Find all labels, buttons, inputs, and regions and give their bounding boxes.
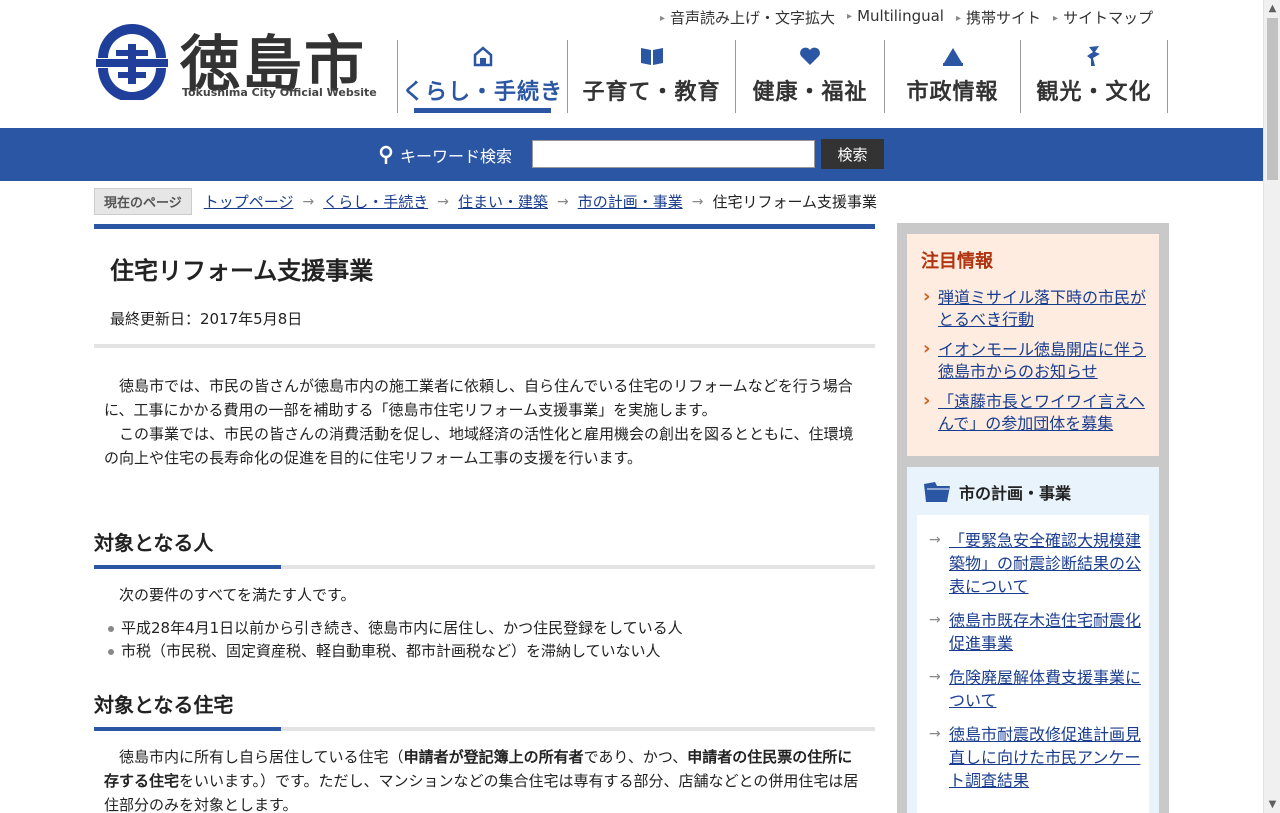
breadcrumb-link-living[interactable]: くらし・手続き [323,191,428,212]
notice-link-mayor[interactable]: 「遠藤市長とワイワイ言えへんで」の参加団体を募集 [938,392,1145,433]
notice-box: 注目情報 弾道ミサイル落下時の市民がとるべき行動 イオンモール徳島開店に伴う徳島… [907,234,1159,456]
global-nav: くらし・手続き 子育て・教育 健康・福祉 市政情報 観光・文化 [397,40,1168,113]
arrow-right-icon: → [556,193,569,210]
nav-item-health[interactable]: 健康・福祉 [736,40,885,113]
breadcrumb-current: 住宅リフォーム支援事業 [712,193,877,211]
related-box: 市の計画・事業 「要緊急安全確認大規模建築物」の耐震診断結果の公表について 徳島… [907,467,1159,813]
nav-item-citygov[interactable]: 市政情報 [885,40,1021,113]
list-item: 市税（市民税、固定資産税、軽自動車税、都市計画税など）を滞納していない人 [106,640,875,663]
related-link-demolition[interactable]: 危険廃屋解体費支援事業について [949,668,1141,710]
notice-item: 「遠藤市長とワイワイ言えへんで」の参加団体を募集 [921,390,1159,435]
heart-icon [797,44,823,68]
vertical-scrollbar[interactable]: ▲ ▼ [1263,0,1280,813]
logo-subtitle: Tokushima City Official Website [182,86,377,99]
scroll-up-icon[interactable]: ▲ [1264,0,1280,17]
utility-links: 音声読み上げ・文字拡大 Multilingual 携帯サイト サイトマップ [660,7,1153,28]
arrow-right-icon: → [691,193,704,210]
nav-label: くらし・手続き [401,80,563,105]
section-heading-eligible-people: 対象となる人 [94,527,875,569]
scrollbar-thumb[interactable] [1267,18,1278,180]
nav-item-living[interactable]: くらし・手続き [398,40,568,113]
related-list-box: 「要緊急安全確認大規模建築物」の耐震診断結果の公表について 徳島市既存木造住宅耐… [917,515,1149,813]
list-item: 平成28年4月1日以前から引き続き、徳島市内に居住し、かつ住民登録をしている人 [106,617,875,640]
notice-item: イオンモール徳島開店に伴う徳島市からのお知らせ [921,338,1159,383]
scroll-down-icon[interactable]: ▼ [1264,796,1280,813]
related-item: 危険廃屋解体費支援事業について [929,666,1149,712]
page-title: 住宅リフォーム支援事業 [110,257,374,285]
dancer-icon [1081,44,1107,68]
notice-link-missile[interactable]: 弾道ミサイル落下時の市民がとるべき行動 [938,288,1146,329]
section2-text-a: 徳島市内に所有し自ら居住している住宅（ [119,748,404,766]
section1-lead: 次の要件のすべてを満たす人です。 [119,586,356,604]
related-list: 「要緊急安全確認大規模建築物」の耐震診断結果の公表について 徳島市既存木造住宅耐… [929,529,1149,792]
nav-item-tourism[interactable]: 観光・文化 [1021,40,1168,113]
utility-link-multilingual[interactable]: Multilingual [847,7,944,28]
breadcrumb: 現在のページ トップページ → くらし・手続き → 住まい・建築 → 市の計画・… [94,188,877,215]
nav-label: 健康・福祉 [752,80,868,105]
section2-paragraph: 徳島市内に所有し自ら居住している住宅（申請者が登記簿上の所有者であり、かつ、申請… [104,745,865,813]
notice-list: 弾道ミサイル落下時の市民がとるべき行動 イオンモール徳島開店に伴う徳島市からのお… [921,286,1159,435]
related-item: 「要緊急安全確認大規模建築物」の耐震診断結果の公表について [929,529,1149,598]
intro-paragraph-2: この事業では、市民の皆さんの消費活動を促し、地域経済の活性化と雇用機会の創出を図… [104,425,854,467]
title-divider [94,344,875,348]
related-item: 徳島市既存木造住宅耐震化促進事業 [929,609,1149,655]
utility-link-voice[interactable]: 音声読み上げ・文字拡大 [660,7,835,28]
intro-paragraph-1: 徳島市では、市民の皆さんが徳島市内の施工業者に依頼し、自ら住んでいる住宅のリフォ… [104,377,853,419]
nav-label: 観光・文化 [1036,80,1152,105]
flag-icon [940,44,966,68]
search-icon [379,145,393,164]
related-link-survey[interactable]: 徳島市耐震改修促進計画見直しに向けた市民アンケート調査結果 [949,725,1141,790]
section2-bold-owner: 申請者が登記簿上の所有者 [403,748,584,766]
related-title: 市の計画・事業 [959,484,1072,503]
nav-label: 子育て・教育 [582,80,721,105]
related-link-seismic-result[interactable]: 「要緊急安全確認大規模建築物」の耐震診断結果の公表について [949,531,1141,596]
related-item: 徳島市耐震改修促進計画見直しに向けた市民アンケート調査結果 [929,723,1149,792]
breadcrumb-here-label: 現在のページ [94,188,192,215]
main-content: 住宅リフォーム支援事業 最終更新日：2017年5月8日 徳島市では、市民の皆さん… [94,224,875,813]
notice-title: 注目情報 [921,251,993,272]
search-label-text: キーワード検索 [400,147,513,166]
breadcrumb-link-top[interactable]: トップページ [204,191,294,212]
sidebar: 注目情報 弾道ミサイル落下時の市民がとるべき行動 イオンモール徳島開店に伴う徳島… [897,223,1169,813]
related-link-wooden-house[interactable]: 徳島市既存木造住宅耐震化促進事業 [949,611,1141,653]
house-icon [470,44,496,68]
section-heading-eligible-housing: 対象となる住宅 [94,689,875,731]
search-bar: キーワード検索 検索 [0,128,1263,181]
arrow-right-icon: → [302,193,315,210]
notice-item: 弾道ミサイル落下時の市民がとるべき行動 [921,286,1159,331]
last-updated: 最終更新日：2017年5月8日 [110,310,303,328]
arrow-right-icon: → [437,193,449,210]
utility-link-mobile[interactable]: 携帯サイト [956,7,1041,28]
folder-icon [924,482,950,502]
city-emblem-icon [96,24,168,100]
section2-text-c: をいいます。）です。ただし、マンションなどの集合住宅は専有する部分、店舗などとの… [104,772,859,813]
notice-link-aeon[interactable]: イオンモール徳島開店に伴う徳島市からのお知らせ [938,340,1146,381]
nav-item-childcare[interactable]: 子育て・教育 [568,40,736,113]
nav-label: 市政情報 [906,80,999,105]
utility-link-sitemap[interactable]: サイトマップ [1053,7,1153,28]
eligibility-list: 平成28年4月1日以前から引き続き、徳島市内に居住し、かつ住民登録をしている人 … [106,617,875,663]
search-input[interactable] [532,140,815,168]
site-header: 徳島市 Tokushima City Official Website 音声読み… [0,0,1263,128]
search-button[interactable]: 検索 [821,139,884,169]
related-header: 市の計画・事業 [923,480,1071,504]
breadcrumb-link-plans[interactable]: 市の計画・事業 [578,191,683,212]
book-icon [639,44,665,68]
breadcrumb-link-housing[interactable]: 住まい・建築 [458,191,548,212]
title-top-line [94,224,875,229]
search-label: キーワード検索 [378,143,512,167]
site-logo[interactable]: 徳島市 Tokushima City Official Website [94,22,377,102]
section2-text-b: であり、かつ、 [583,748,688,766]
